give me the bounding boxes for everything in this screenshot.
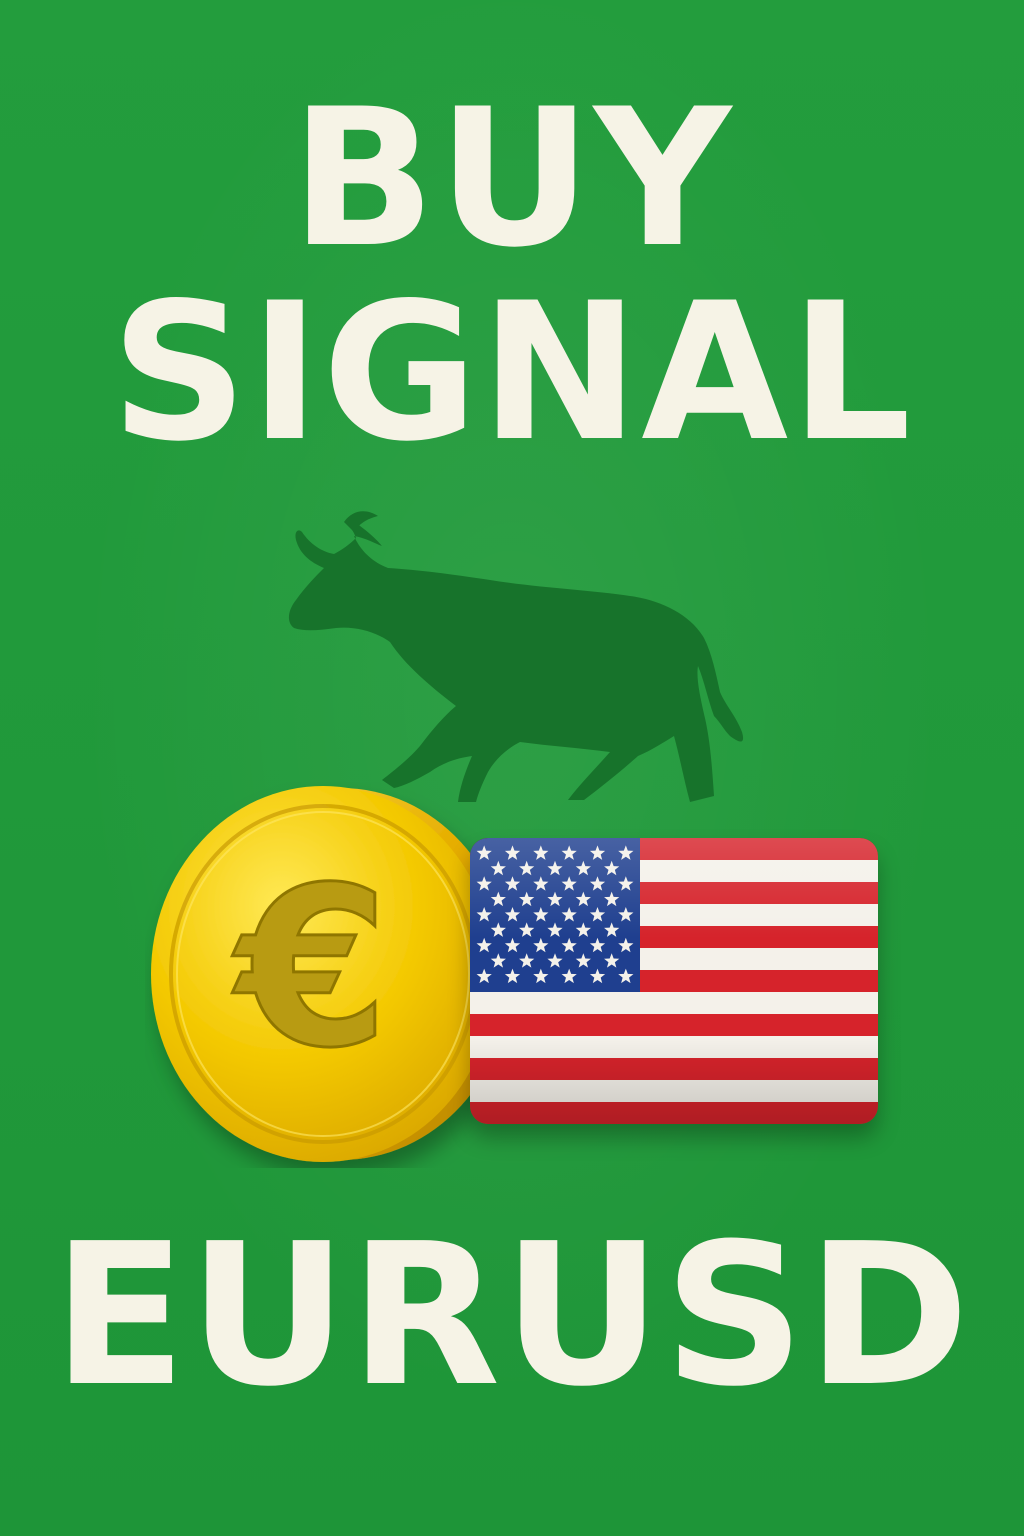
bull-silhouette-icon <box>288 511 744 802</box>
flag-stripe <box>470 1058 878 1081</box>
pair-ticker: EURUSD <box>52 1202 972 1430</box>
headline-signal: SIGNAL <box>110 262 914 483</box>
euro-coin-icon: € <box>151 786 511 1162</box>
flag-stripe <box>470 992 878 1015</box>
flag-stripe <box>470 1102 878 1124</box>
euro-symbol: € <box>231 840 389 1096</box>
flag-stripe <box>470 1036 878 1059</box>
flag-stripe <box>470 1014 878 1037</box>
headline-buy: BUY <box>290 68 734 289</box>
flag-stripe <box>470 1080 878 1103</box>
us-flag-icon <box>470 838 878 1124</box>
